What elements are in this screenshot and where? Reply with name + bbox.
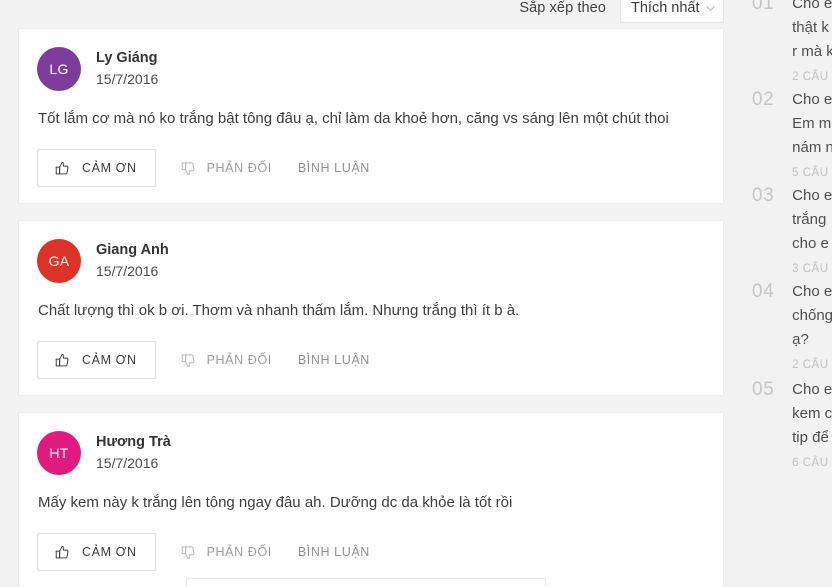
thanks-button[interactable]: CẢM ƠN — [37, 341, 156, 379]
thumbs-down-icon — [180, 544, 197, 561]
answer-count: 6 CÂU T — [792, 457, 832, 469]
avatar: HT — [37, 431, 81, 475]
comment-text: Mấy kem này k trắng lên tông ngay đâu ah… — [38, 494, 513, 511]
question-line: trắng — [792, 211, 827, 228]
comment-button[interactable]: BÌNH LUẬN — [298, 545, 370, 559]
chevron-down-icon — [706, 4, 715, 13]
comment-author[interactable]: Giang Anh — [96, 241, 169, 260]
thumbs-down-icon — [180, 352, 197, 369]
comment-actions: CẢM ƠN PHẢN ĐỐI BÌNH LUẬN — [37, 533, 705, 571]
dislike-button[interactable]: PHẢN ĐỐI — [180, 352, 272, 369]
thumbs-up-icon — [54, 160, 71, 177]
answer-count: 2 CÂU T — [792, 359, 832, 371]
question-line: Em mu — [792, 115, 832, 132]
comment-header: GA Giang Anh 15/7/2016 — [37, 239, 705, 283]
comment-date: 15/7/2016 — [96, 263, 159, 279]
comment-meta: Ly Giáng 15/7/2016 — [96, 47, 158, 89]
thanks-label: CẢM ƠN — [82, 161, 137, 175]
thumbs-up-icon — [54, 352, 71, 369]
comment-card: HT Hương Trà 15/7/2016 Mấy kem này k trắ… — [18, 412, 724, 587]
question-number: 02 — [752, 89, 775, 110]
question-line: Cho e — [792, 187, 832, 204]
sort-bar: Sắp xếp theo Thích nhất — [519, 0, 724, 30]
comments-column: Sắp xếp theo Thích nhất LG Ly Giáng 15/7… — [0, 0, 740, 587]
thumbs-down-icon — [180, 160, 197, 177]
comment-header: HT Hương Trà 15/7/2016 — [37, 431, 705, 475]
question-body: Cho e chống ạ? 2 CÂU T — [792, 280, 832, 376]
comment-actions: CẢM ƠN PHẢN ĐỐI BÌNH LUẬN — [37, 149, 705, 187]
question-line: cho e — [792, 235, 829, 252]
question-line: Cho e — [792, 91, 832, 108]
thanks-label: CẢM ƠN — [82, 353, 137, 367]
question-line: nám n — [792, 139, 832, 156]
thanks-button[interactable]: CẢM ƠN — [37, 533, 156, 571]
dislike-label: PHẢN ĐỐI — [206, 545, 272, 559]
question-number: 01 — [752, 0, 775, 14]
question-line: Cho e — [792, 0, 832, 12]
question-line: Cho e — [792, 283, 832, 300]
comment-button[interactable]: BÌNH LUẬN — [298, 161, 370, 175]
avatar: GA — [37, 239, 81, 283]
comment-actions: CẢM ƠN PHẢN ĐỐI BÌNH LUẬN — [37, 341, 705, 379]
sort-select-value: Thích nhất — [631, 0, 700, 16]
answer-count: 2 CÂU T — [792, 71, 832, 83]
question-body: Cho e trắng cho e 3 CÂU T — [792, 184, 832, 280]
comment-meta: Hương Trà 15/7/2016 — [96, 431, 171, 473]
question-item[interactable]: 05 Cho e kem c tip để 6 CÂU T — [752, 378, 832, 474]
question-number: 04 — [752, 281, 775, 302]
thumbs-up-icon — [54, 544, 71, 561]
questions-sidebar: 01 Cho e thật k t r mà k 2 CÂU T 02 Cho … — [740, 0, 832, 587]
comment-date: 15/7/2016 — [96, 455, 159, 471]
comment-button[interactable]: BÌNH LUẬN — [298, 353, 370, 367]
comment-header: LG Ly Giáng 15/7/2016 — [37, 47, 705, 91]
answer-count: 3 CÂU T — [792, 263, 832, 275]
dislike-label: PHẢN ĐỐI — [206, 353, 272, 367]
question-line: tip để — [792, 429, 829, 446]
question-item[interactable]: 04 Cho e chống ạ? 2 CÂU T — [752, 280, 832, 376]
sort-label: Sắp xếp theo — [519, 0, 606, 16]
comment-card: LG Ly Giáng 15/7/2016 Tốt lắm cơ mà nó k… — [18, 28, 724, 204]
question-line: thật k t — [792, 19, 832, 36]
avatar: LG — [37, 47, 81, 91]
comments-page: Sắp xếp theo Thích nhất LG Ly Giáng 15/7… — [0, 0, 832, 587]
dislike-label: PHẢN ĐỐI — [206, 161, 272, 175]
question-number: 03 — [752, 185, 775, 206]
comment-date: 15/7/2016 — [96, 71, 159, 87]
answer-count: 5 CÂU T — [792, 167, 832, 179]
thanks-button[interactable]: CẢM ƠN — [37, 149, 156, 187]
question-body: Cho e thật k t r mà k 2 CÂU T — [792, 0, 832, 88]
question-body: Cho e kem c tip để 6 CÂU T — [792, 378, 832, 474]
comment-list: LG Ly Giáng 15/7/2016 Tốt lắm cơ mà nó k… — [18, 28, 724, 587]
dislike-button[interactable]: PHẢN ĐỐI — [180, 544, 272, 561]
question-line: chống — [792, 307, 832, 324]
question-line: kem c — [792, 405, 832, 422]
question-body: Cho e Em mu nám n 5 CÂU T — [792, 88, 832, 184]
question-item[interactable]: 02 Cho e Em mu nám n 5 CÂU T — [752, 88, 832, 184]
comment-card: GA Giang Anh 15/7/2016 Chất lượng thì ok… — [18, 220, 724, 396]
question-line: ạ? — [792, 331, 809, 348]
next-card-peek — [186, 578, 546, 587]
comment-text: Chất lượng thì ok b ơi. Thơm và nhanh th… — [38, 302, 520, 319]
question-number: 05 — [752, 379, 775, 400]
comment-text: Tốt lắm cơ mà nó ko trắng bật tông đâu ạ… — [38, 110, 669, 127]
question-item[interactable]: 03 Cho e trắng cho e 3 CÂU T — [752, 184, 832, 280]
question-line: Cho e — [792, 381, 832, 398]
sort-select[interactable]: Thích nhất — [620, 0, 724, 23]
comment-meta: Giang Anh 15/7/2016 — [96, 239, 169, 281]
thanks-label: CẢM ƠN — [82, 545, 137, 559]
question-item[interactable]: 01 Cho e thật k t r mà k 2 CÂU T — [752, 0, 832, 88]
dislike-button[interactable]: PHẢN ĐỐI — [180, 160, 272, 177]
comment-author[interactable]: Ly Giáng — [96, 49, 158, 68]
question-line: r mà k — [792, 43, 832, 60]
comment-author[interactable]: Hương Trà — [96, 433, 171, 452]
